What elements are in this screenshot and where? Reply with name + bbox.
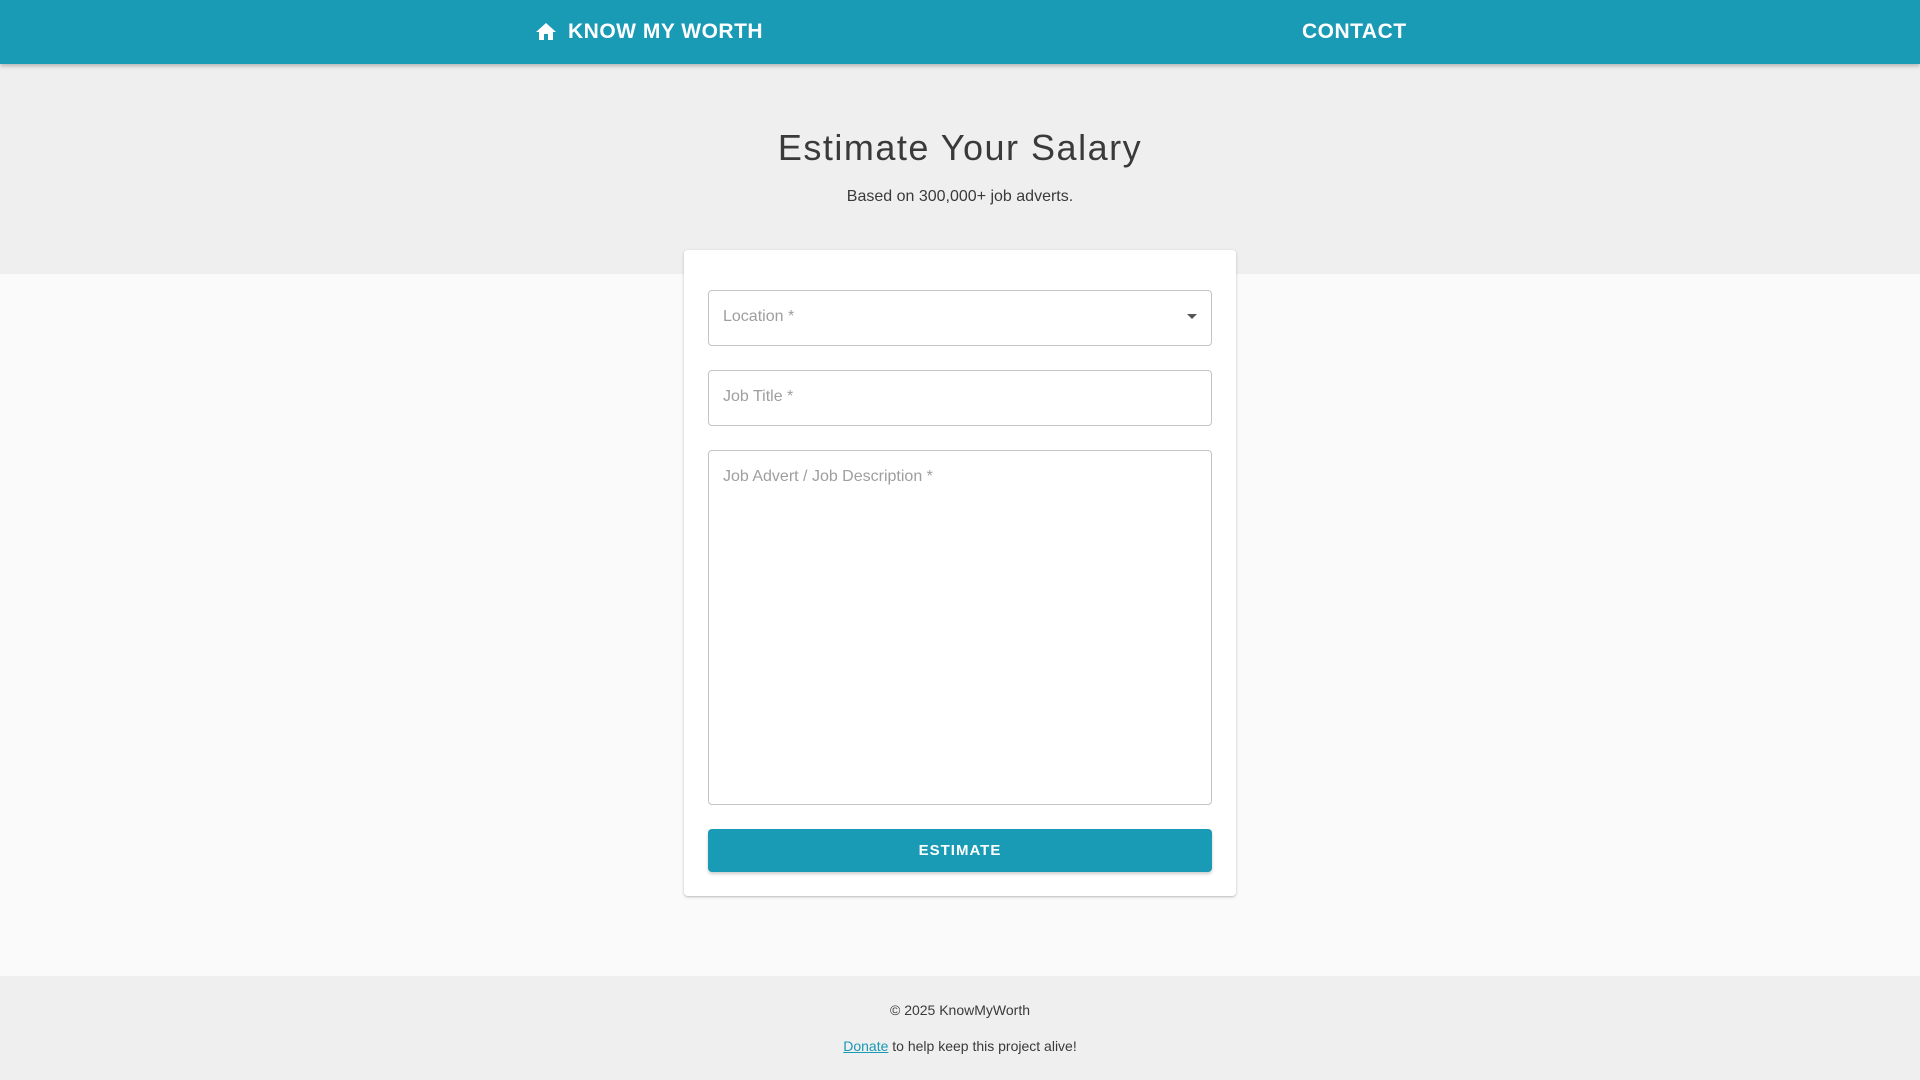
footer [0, 976, 1920, 1080]
estimate-button[interactable]: ESTIMATE [708, 829, 1212, 872]
page-subtitle: Based on 300,000+ job adverts. [846, 188, 1074, 205]
donate-line: Donate to help keep this project alive! [0, 1037, 1920, 1055]
page-title: Estimate Your Salary [777, 127, 1143, 168]
brand-label: KNOW MY WORTH [568, 20, 764, 43]
donate-text: to help keep this project alive! [888, 1038, 1077, 1054]
donate-link[interactable]: Donate [843, 1038, 888, 1054]
copyright-text: © 2025 KnowMyWorth [889, 1002, 1030, 1018]
job-title-input[interactable]: Job Title * [708, 370, 1212, 426]
job-title-label: Job Title * [723, 388, 794, 405]
job-description-label: Job Advert / Job Description * [723, 468, 933, 485]
location-select[interactable]: Location * [708, 290, 1212, 346]
top-app-bar: KNOW MY WORTH CONTACT [0, 0, 1920, 64]
contact-link[interactable]: CONTACT [1302, 0, 1407, 64]
dropdown-arrow-icon [1187, 314, 1197, 319]
home-icon [534, 20, 558, 44]
location-label: Location * [723, 308, 795, 325]
job-description-textarea[interactable]: Job Advert / Job Description * [708, 450, 1212, 805]
brand-home-link[interactable]: KNOW MY WORTH [534, 0, 763, 64]
estimate-form-card: Location * Job Title * Job Advert / Job … [684, 250, 1236, 896]
